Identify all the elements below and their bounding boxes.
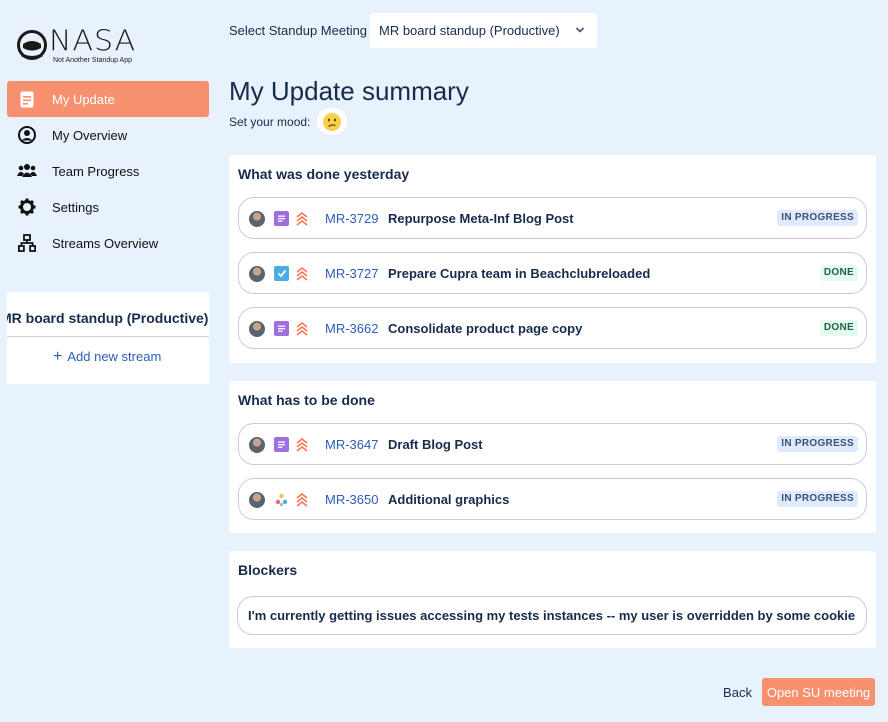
priority-highest-icon (296, 211, 308, 226)
sidebar-item-label: Team Progress (52, 163, 140, 179)
sidebar-item-label: My Update (52, 91, 115, 107)
avatar (249, 321, 265, 337)
select-meeting-label: Select Standup Meeting (229, 23, 368, 38)
hierarchy-icon (17, 233, 37, 253)
team-icon (17, 161, 37, 181)
priority-highest-icon (296, 437, 308, 452)
mood-label: Set your mood: (229, 115, 311, 129)
story-icon (274, 437, 289, 452)
todo-section: What has to be done MR-3647 Draft Blog P… (229, 381, 876, 533)
blocker-field[interactable]: I'm currently getting issues accessing m… (237, 596, 867, 635)
avatar (249, 211, 265, 227)
user-circle-icon (17, 125, 37, 145)
sidebar-item-my-update[interactable]: My Update (7, 81, 209, 117)
sidebar-item-my-overview[interactable]: My Overview (7, 117, 209, 153)
plus-icon: + (53, 348, 63, 365)
sidebar-item-settings[interactable]: Settings (7, 189, 209, 225)
issue-summary: Repurpose Meta-Inf Blog Post (388, 211, 574, 226)
divider (7, 336, 209, 337)
issue-card[interactable]: MR-3729 Repurpose Meta-Inf Blog Post IN … (238, 197, 867, 239)
page-title: My Update summary (229, 76, 469, 106)
gear-icon (17, 197, 37, 217)
design-icon (274, 492, 289, 507)
avatar (249, 266, 265, 282)
standup-meeting-select[interactable]: MR board standup (Productive) (370, 13, 597, 48)
confused-face-icon (323, 112, 341, 131)
issue-summary: Draft Blog Post (388, 437, 483, 452)
issue-card[interactable]: MR-3647 Draft Blog Post IN PROGRESS (238, 423, 867, 465)
sidebar-item-label: Settings (52, 199, 99, 215)
status-badge: IN PROGRESS (777, 491, 858, 507)
logo-wordmark: NASA (49, 24, 137, 59)
select-value: MR board standup (Productive) (379, 23, 560, 38)
section-title: What was done yesterday (238, 166, 410, 182)
logo-tagline: Not Another Standup App (53, 57, 133, 64)
sidebar-item-label: My Overview (52, 127, 128, 143)
story-icon (274, 211, 289, 226)
priority-highest-icon (296, 321, 308, 336)
issue-card[interactable]: MR-3662 Consolidate product page copy DO… (238, 307, 867, 349)
sidebar-item-streams-overview[interactable]: Streams Overview (7, 225, 209, 261)
app-logo[interactable]: NASA Not Another Standup App (16, 27, 161, 67)
back-button[interactable]: Back (715, 679, 760, 706)
sidebar: NASA Not Another Standup App My Update M… (0, 0, 216, 722)
issue-card[interactable]: MR-3650 Additional graphics IN PROGRESS (238, 478, 867, 520)
issue-card[interactable]: MR-3727 Prepare Cupra team in Beachclubr… (238, 252, 867, 294)
astronaut-helmet-icon (17, 30, 47, 60)
yesterday-section: What was done yesterday MR-3729 Repurpos… (229, 155, 876, 363)
priority-highest-icon (296, 266, 308, 281)
issue-key[interactable]: MR-3729 (325, 211, 378, 226)
avatar (249, 437, 265, 453)
issue-summary: Consolidate product page copy (388, 321, 583, 336)
add-new-stream-label: Add new stream (67, 349, 162, 364)
issue-key[interactable]: MR-3650 (325, 492, 378, 507)
chevron-down-icon (575, 27, 585, 33)
issue-key[interactable]: MR-3727 (325, 266, 378, 281)
sidebar-item-label: Streams Overview (52, 235, 159, 251)
story-icon (274, 321, 289, 336)
task-icon (274, 266, 289, 281)
sidebar-nav: My Update My Overview Team Progress Sett… (7, 81, 209, 261)
blockers-section: Blockers I'm currently getting issues ac… (229, 551, 876, 648)
section-title: Blockers (238, 562, 298, 578)
document-icon (17, 89, 37, 109)
status-badge: DONE (819, 265, 858, 281)
section-title: What has to be done (238, 392, 375, 408)
issue-summary: Prepare Cupra team in Beachclubreloaded (388, 266, 651, 281)
add-new-stream-button[interactable]: + Add new stream (53, 348, 162, 365)
open-su-meeting-button[interactable]: Open SU meeting (762, 678, 875, 706)
mood-picker-button[interactable] (317, 108, 347, 135)
priority-highest-icon (296, 492, 308, 507)
sidebar-item-team-progress[interactable]: Team Progress (7, 153, 209, 189)
stream-title[interactable]: MR board standup (Productive) live (7, 310, 209, 326)
status-badge: DONE (819, 320, 858, 336)
avatar (249, 492, 265, 508)
status-badge: IN PROGRESS (777, 436, 858, 452)
stream-card: MR board standup (Productive) live + Add… (7, 292, 209, 384)
issue-key[interactable]: MR-3647 (325, 437, 378, 452)
issue-key[interactable]: MR-3662 (325, 321, 378, 336)
status-badge: IN PROGRESS (777, 210, 858, 226)
issue-summary: Additional graphics (388, 492, 510, 507)
